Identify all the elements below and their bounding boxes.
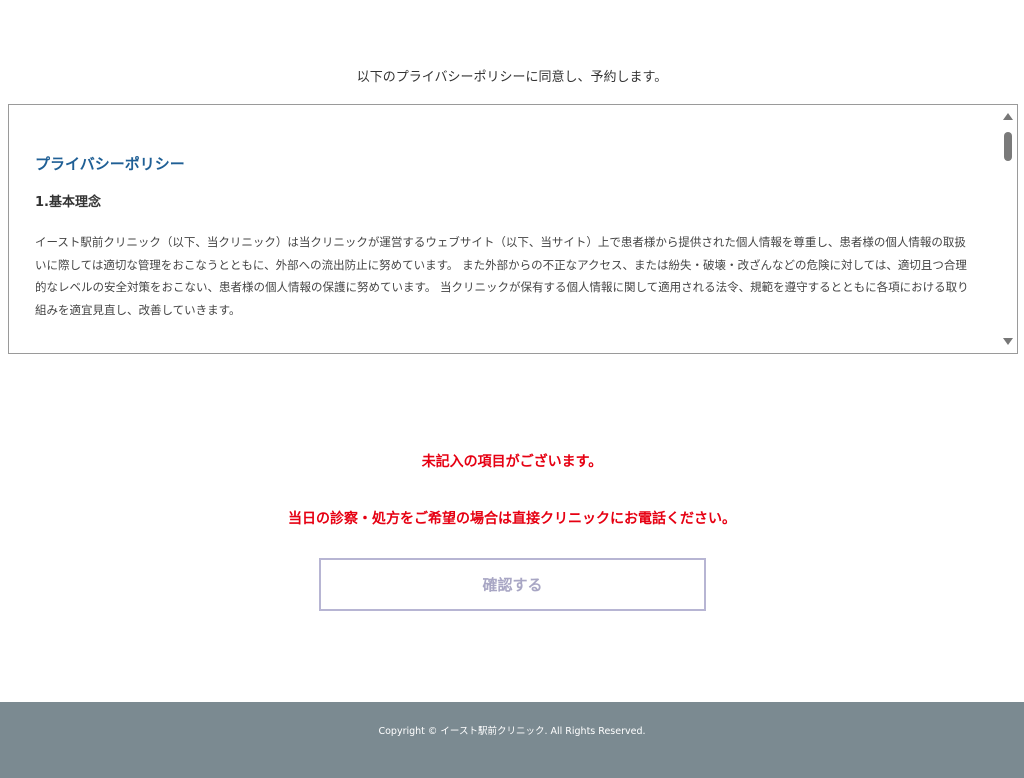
- scrollbar-thumb[interactable]: [1004, 132, 1012, 161]
- scroll-down-arrow-icon[interactable]: [1003, 338, 1013, 345]
- privacy-policy-title: プライバシーポリシー: [35, 155, 185, 173]
- agreement-text: 以下のプライバシーポリシーに同意し、予約します。: [356, 70, 668, 85]
- missing-fields-error: 未記入の項目がございます。: [421, 454, 603, 470]
- section-heading-basic-philosophy: 1.基本理念: [35, 195, 101, 210]
- section-body-basic-philosophy: イースト駅前クリニック（以下、当クリニック）は当クリニックが運営するウェブサイト…: [35, 235, 969, 317]
- confirm-button[interactable]: 確認する: [319, 558, 706, 611]
- scroll-up-arrow-icon[interactable]: [1003, 113, 1013, 120]
- copyright-text: Copyright © イースト駅前クリニック. All Rights Rese…: [378, 726, 646, 737]
- reservation-confirm-page: 以下のプライバシーポリシーに同意し、予約します。 プライバシーポリシー 1.基本…: [0, 0, 1024, 778]
- privacy-policy-scrollbox[interactable]: プライバシーポリシー 1.基本理念 イースト駅前クリニック（以下、当クリニック）…: [8, 104, 1018, 354]
- footer: Copyright © イースト駅前クリニック. All Rights Rese…: [0, 702, 1024, 778]
- same-day-phone-notice: 当日の診察・処方をご希望の場合は直接クリニックにお電話ください。: [288, 511, 736, 527]
- privacy-policy-content: プライバシーポリシー 1.基本理念 イースト駅前クリニック（以下、当クリニック）…: [9, 105, 999, 353]
- policy-scrollbar[interactable]: [999, 105, 1017, 353]
